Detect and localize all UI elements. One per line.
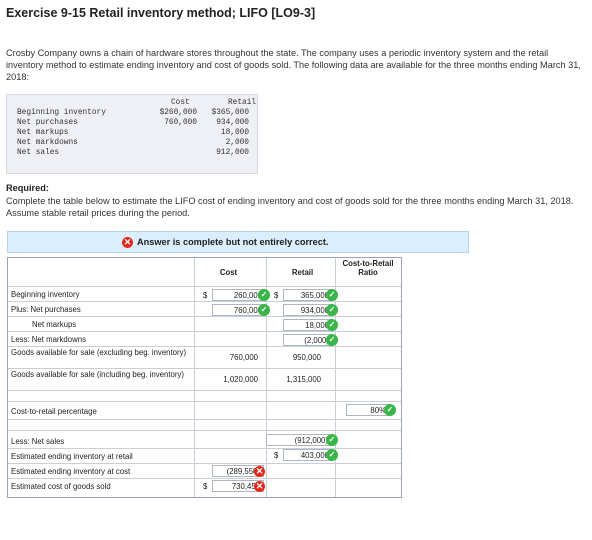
given-row-label: Net markups (17, 129, 69, 137)
given-row-label: Net purchases (17, 119, 78, 127)
grid-line (8, 331, 401, 332)
row-label-ending-inventory-retail: Estimated ending inventory at retail (11, 452, 133, 461)
dollar-sign: $ (203, 291, 208, 300)
net-sales-retail-input[interactable]: (912,000) (266, 434, 332, 446)
row-label-goods-available-excl: Goods available for sale (excluding beg.… (11, 348, 187, 357)
given-row-label: Beginning inventory (17, 109, 106, 117)
row-label-net-purchases: Plus: Net purchases (11, 305, 81, 314)
required-text: Complete the table below to estimate the… (6, 196, 574, 218)
x-circle-icon: ✕ (254, 481, 265, 492)
input-value: 365,000 (300, 291, 329, 300)
input-value: (912,000) (294, 436, 328, 445)
grid-line (8, 390, 401, 391)
grid-line (8, 346, 401, 347)
check-icon: ✓ (384, 404, 396, 416)
row-label-net-sales: Less: Net sales (11, 437, 65, 446)
answer-status-text: Answer is complete but not entirely corr… (137, 237, 329, 247)
grid-line (8, 419, 401, 420)
goods-available-excl-cost: 760,000 (229, 353, 258, 362)
grid-line (8, 286, 401, 287)
answer-status-banner: ✕ Answer is complete but not entirely co… (7, 231, 469, 253)
dollar-sign: $ (274, 291, 279, 300)
given-row-cost: 760,000 (164, 119, 197, 127)
grid-line (8, 316, 401, 317)
given-row-retail: 18,000 (220, 129, 249, 137)
row-label-net-markdowns: Less: Net markdowns (11, 335, 86, 344)
check-icon: ✓ (258, 304, 270, 316)
column-header-cost: Cost (219, 268, 238, 277)
grid-line (8, 430, 401, 431)
exercise-title: Exercise 9-15 Retail inventory method; L… (6, 6, 316, 20)
grid-line (8, 448, 401, 449)
check-icon: ✓ (326, 289, 338, 301)
check-icon: ✓ (326, 449, 338, 461)
grid-line (8, 401, 401, 402)
given-row-cost: $260,000 (159, 109, 197, 117)
goods-available-incl-retail: 1,315,000 (286, 375, 321, 384)
grid-line (8, 368, 401, 369)
dollar-sign: $ (274, 451, 279, 460)
required-heading: Required: (6, 183, 49, 193)
dollar-sign: $ (203, 482, 208, 491)
given-row-label: Net markdowns (17, 139, 78, 147)
given-row-retail: 2,000 (225, 139, 249, 147)
given-data-panel: Cost Retail Beginning inventory $260,000… (6, 94, 258, 174)
check-icon: ✓ (258, 289, 270, 301)
grid-line (194, 258, 195, 497)
given-retail-header: Retail (228, 99, 257, 107)
given-row-retail: $365,000 (211, 109, 249, 117)
grid-line (8, 463, 401, 464)
goods-available-excl-retail: 950,000 (292, 353, 321, 362)
input-value: 403,000 (300, 451, 329, 460)
row-label-net-markups: Net markups (32, 320, 77, 329)
problem-intro: Crosby Company owns a chain of hardware … (6, 48, 581, 82)
check-icon: ✓ (326, 319, 338, 331)
check-icon: ✓ (326, 304, 338, 316)
x-circle-icon: ✕ (254, 466, 265, 477)
x-circle-icon: ✕ (122, 237, 133, 248)
given-row-retail: 912,000 (216, 149, 249, 157)
column-header-ratio: Cost-to-Retail Ratio (342, 259, 394, 277)
column-header-retail: Retail (291, 268, 314, 277)
given-row-retail: 934,000 (216, 119, 249, 127)
check-icon: ✓ (326, 434, 338, 446)
grid-line (8, 478, 401, 479)
row-label-cost-to-retail-pct: Cost-to-retail percentage (11, 407, 97, 416)
goods-available-incl-cost: 1,020,000 (223, 375, 258, 384)
check-icon: ✓ (326, 334, 338, 346)
given-cost-header: Cost (171, 99, 190, 107)
retail-method-table: Cost Retail Cost-to-Retail Ratio Beginni… (7, 257, 402, 498)
row-label-ending-inventory-cost: Estimated ending inventory at cost (11, 467, 131, 476)
row-label-beginning-inventory: Beginning inventory (11, 290, 80, 299)
row-label-goods-available-incl: Goods available for sale (including beg.… (11, 370, 184, 379)
input-value: 934,000 (300, 306, 329, 315)
given-row-label: Net sales (17, 149, 60, 157)
row-label-cost-of-goods-sold: Estimated cost of goods sold (11, 482, 111, 491)
